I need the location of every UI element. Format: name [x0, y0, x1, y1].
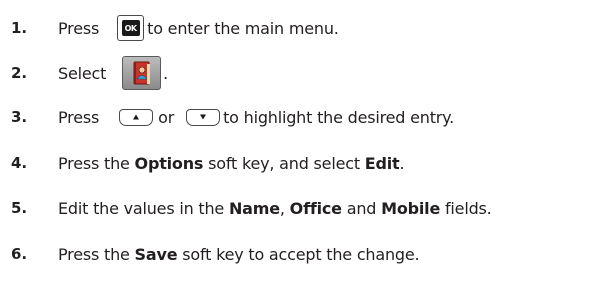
step-text-after: .: [163, 63, 169, 83]
step-2: 2. Select .: [0, 56, 595, 90]
step-text: Select .: [58, 56, 168, 90]
text-segment: , and select: [269, 153, 365, 173]
down-navigation-key-icon: [186, 108, 221, 126]
step-number: 3.: [11, 108, 28, 126]
text-segment: and: [341, 198, 382, 218]
ok-key-icon: OK: [117, 15, 145, 41]
mobile-field-label: Mobile: [381, 198, 441, 218]
step-3: 3. Press or to highlight the desired ent…: [0, 100, 595, 134]
step-number: 1.: [11, 19, 28, 37]
text-segment: Edit the values in the: [58, 198, 229, 218]
text-segment: Press the: [58, 153, 135, 173]
text-segment: .: [399, 153, 405, 173]
step-text-middle: or: [158, 107, 175, 127]
step-text: Press the Save soft key to accept the ch…: [58, 244, 420, 264]
text-segment: fields.: [440, 198, 492, 218]
save-softkey-label: Save: [134, 244, 178, 264]
text-segment: soft key to accept the change.: [177, 244, 420, 264]
office-field-label: Office: [289, 198, 342, 218]
up-arrow-icon: [133, 114, 140, 120]
step-number: 4.: [11, 154, 28, 172]
text-segment: ,: [279, 198, 290, 218]
step-text: Press OK to enter the main menu.: [58, 15, 339, 41]
directory-book-icon: [122, 56, 162, 90]
step-text-after: to highlight the desired entry.: [223, 107, 455, 127]
up-navigation-key-icon: [119, 108, 154, 126]
step-text-before: Press: [58, 18, 100, 38]
step-text: Press the Options soft key, and select E…: [58, 153, 405, 173]
step-1: 1. Press OK to enter the main menu.: [0, 11, 595, 45]
step-6: 6. Press the Save soft key to accept the…: [0, 237, 595, 271]
step-text-before: Select: [58, 63, 107, 83]
step-5: 5. Edit the values in the Name, Office a…: [0, 191, 595, 225]
step-text: Edit the values in the Name, Office and …: [58, 199, 492, 218]
step-text-after: to enter the main menu.: [147, 18, 339, 38]
step-number: 6.: [11, 245, 28, 263]
step-text: Press or to highlight the desired entry.: [58, 108, 454, 127]
text-segment: soft key: [203, 153, 270, 173]
step-number: 5.: [11, 199, 28, 217]
down-arrow-icon: [200, 114, 207, 120]
text-segment: Press the: [58, 244, 135, 264]
step-number: 2.: [11, 64, 28, 82]
step-text-before: Press: [58, 107, 100, 127]
options-softkey-label: Options: [134, 153, 204, 173]
name-field-label: Name: [228, 198, 280, 218]
edit-option-label: Edit: [364, 153, 400, 173]
step-4: 4. Press the Options soft key, and selec…: [0, 146, 595, 180]
ok-key-label: OK: [121, 20, 140, 36]
